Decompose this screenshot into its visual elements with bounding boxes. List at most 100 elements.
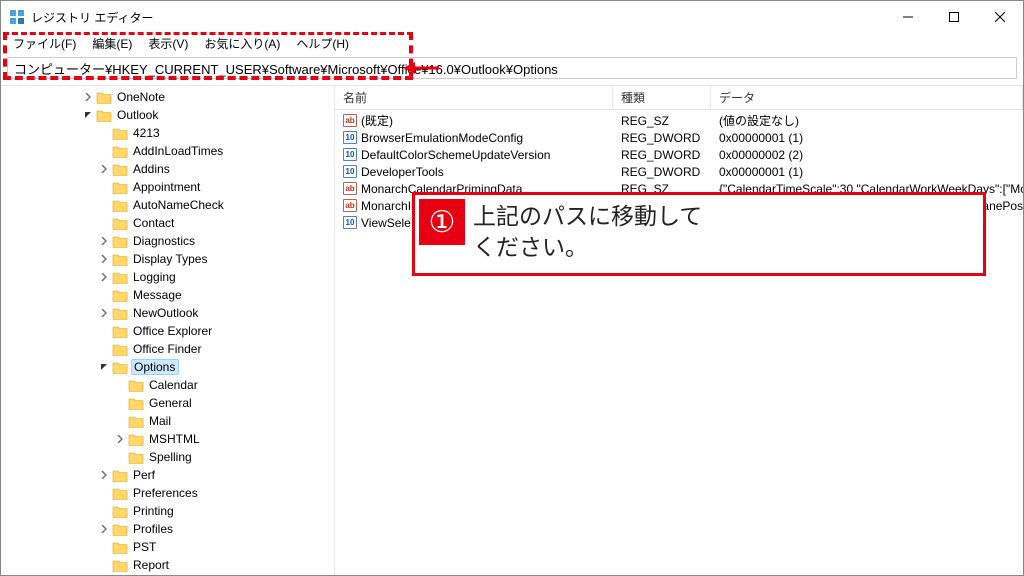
chevron-down-icon[interactable] (97, 363, 111, 371)
addressbar-area: コンピューター¥HKEY_CURRENT_USER¥Software¥Micro… (1, 53, 1023, 85)
folder-icon (128, 433, 144, 446)
annotation-step-text: 上記のパスに移動してください。 (473, 195, 712, 269)
regedit-window: レジストリ エディター ファイル(F) 編集(E) 表示(V) お気に入り(A)… (0, 0, 1024, 576)
column-type[interactable]: 種類 (613, 86, 711, 109)
value-row[interactable]: ab(既定)REG_SZ(値の設定なし) (335, 112, 1023, 129)
tree-item[interactable]: Profiles (1, 520, 334, 538)
reg-dword-icon: 10 (343, 148, 357, 161)
value-row[interactable]: 10BrowserEmulationModeConfigREG_DWORD0x0… (335, 129, 1023, 146)
folder-icon (112, 253, 128, 266)
tree-item[interactable]: Message (1, 286, 334, 304)
menu-view[interactable]: 表示(V) (142, 33, 194, 54)
tree-item[interactable]: General (1, 394, 334, 412)
maximize-button[interactable] (931, 1, 977, 33)
tree-item[interactable]: Contact (1, 214, 334, 232)
tree-item[interactable]: Mail (1, 412, 334, 430)
tree-item-label: Appointment (131, 180, 202, 194)
folder-icon (112, 523, 128, 536)
tree-item[interactable]: Outlook (1, 106, 334, 124)
tree-item-label: Diagnostics (131, 234, 197, 248)
tree-item[interactable]: Report (1, 556, 334, 574)
folder-icon (128, 379, 144, 392)
address-bar[interactable]: コンピューター¥HKEY_CURRENT_USER¥Software¥Micro… (7, 57, 1017, 79)
tree-item-label: Spelling (147, 450, 194, 464)
folder-icon (128, 451, 144, 464)
minimize-button[interactable] (885, 1, 931, 33)
chevron-right-icon[interactable] (113, 435, 127, 443)
menu-help[interactable]: ヘルプ(H) (290, 33, 355, 54)
registry-tree[interactable]: OneNote Outlook 4213 AddInLoadTimes Addins Ap… (1, 86, 335, 575)
chevron-right-icon[interactable] (81, 93, 95, 101)
column-name[interactable]: 名前 (335, 86, 613, 109)
value-rows[interactable]: ab(既定)REG_SZ(値の設定なし)10BrowserEmulationMo… (335, 110, 1023, 575)
menu-edit[interactable]: 編集(E) (86, 33, 138, 54)
menubar: ファイル(F) 編集(E) 表示(V) お気に入り(A) ヘルプ(H) (1, 33, 1023, 53)
tree-item-label: General (147, 396, 194, 410)
value-row[interactable]: 10DefaultColorSchemeUpdateVersionREG_DWO… (335, 146, 1023, 163)
annotation-callout: ① 上記のパスに移動してください。 (412, 192, 986, 276)
tree-item-label: Profiles (131, 522, 175, 536)
tree-item[interactable]: Options (1, 358, 334, 376)
tree-item[interactable]: Printing (1, 502, 334, 520)
chevron-right-icon[interactable] (97, 255, 111, 263)
folder-icon (112, 181, 128, 194)
value-name: DeveloperTools (361, 165, 444, 179)
tree-item[interactable]: Preferences (1, 484, 334, 502)
tree-item[interactable]: Addins (1, 160, 334, 178)
value-type: REG_DWORD (613, 148, 711, 162)
tree-item[interactable]: MSHTML (1, 430, 334, 448)
body: OneNote Outlook 4213 AddInLoadTimes Addins Ap… (1, 85, 1023, 575)
reg-string-icon: ab (343, 114, 357, 127)
tree-item[interactable]: Display Types (1, 250, 334, 268)
tree-item[interactable]: Logging (1, 268, 334, 286)
chevron-right-icon[interactable] (97, 237, 111, 245)
tree-item[interactable]: AutoNameCheck (1, 196, 334, 214)
tree-item[interactable]: Perf (1, 466, 334, 484)
tree-item[interactable]: Resiliency (1, 574, 334, 575)
tree-item[interactable]: 4213 (1, 124, 334, 142)
chevron-right-icon[interactable] (97, 273, 111, 281)
tree-item-label: PST (131, 540, 158, 554)
chevron-right-icon[interactable] (97, 525, 111, 533)
chevron-right-icon[interactable] (97, 309, 111, 317)
tree-item[interactable]: Diagnostics (1, 232, 334, 250)
tree-item[interactable]: Calendar (1, 376, 334, 394)
chevron-down-icon[interactable] (81, 111, 95, 119)
chevron-right-icon[interactable] (97, 471, 111, 479)
folder-icon (128, 415, 144, 428)
folder-icon (128, 397, 144, 410)
menu-file[interactable]: ファイル(F) (7, 33, 82, 54)
tree-item-label: Addins (131, 162, 172, 176)
tree-item-label: Perf (131, 468, 157, 482)
folder-icon (112, 235, 128, 248)
folder-icon (112, 289, 128, 302)
tree-item-label: Outlook (115, 108, 160, 122)
regedit-app-icon (9, 9, 25, 25)
tree-item[interactable]: Office Finder (1, 340, 334, 358)
tree-item[interactable]: AddInLoadTimes (1, 142, 334, 160)
value-row[interactable]: 10DeveloperToolsREG_DWORD0x00000001 (1) (335, 163, 1023, 180)
tree-item-label: NewOutlook (131, 306, 200, 320)
tree-item-label: 4213 (131, 126, 162, 140)
tree-item-label: OneNote (115, 90, 167, 104)
folder-icon (96, 109, 112, 122)
tree-item[interactable]: PST (1, 538, 334, 556)
value-data: 0x00000001 (1) (711, 165, 1023, 179)
tree-item[interactable]: Spelling (1, 448, 334, 466)
tree-item[interactable]: Appointment (1, 178, 334, 196)
column-data[interactable]: データ (711, 86, 1023, 109)
tree-item-label: Preferences (131, 486, 200, 500)
tree-item[interactable]: NewOutlook (1, 304, 334, 322)
tree-item-label: Office Explorer (131, 324, 214, 338)
menu-fav[interactable]: お気に入り(A) (198, 33, 286, 54)
tree-item[interactable]: Office Explorer (1, 322, 334, 340)
folder-icon (112, 505, 128, 518)
value-type: REG_SZ (613, 114, 711, 128)
close-button[interactable] (977, 1, 1023, 33)
tree-item-label: Contact (131, 216, 176, 230)
chevron-right-icon[interactable] (97, 165, 111, 173)
annotation-step-number: ① (419, 199, 465, 245)
tree-item[interactable]: OneNote (1, 88, 334, 106)
folder-icon (112, 361, 128, 374)
window-title: レジストリ エディター (31, 9, 154, 26)
